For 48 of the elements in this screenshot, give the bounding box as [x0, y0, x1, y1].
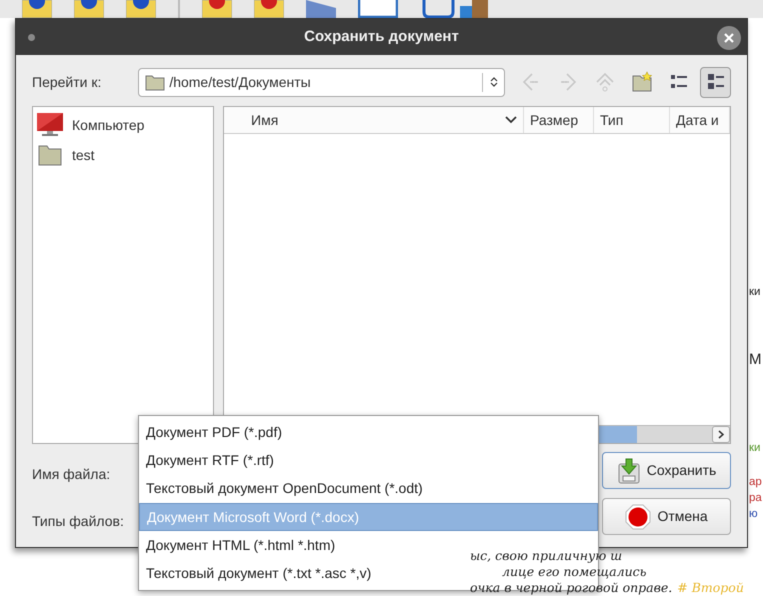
menu-item[interactable]: Документ HTML (*.html *.htm)	[139, 531, 340, 560]
menu-item[interactable]: Текстовый документ OpenDocument (*.odt)	[139, 474, 427, 503]
place-item[interactable]: Компьютер	[72, 114, 144, 136]
text-line: лице его помещались	[502, 564, 646, 579]
new-folder-icon	[630, 71, 652, 93]
up-icon	[594, 71, 616, 93]
filetype-label: Типы файлов:	[32, 512, 124, 531]
document-icon[interactable]	[254, 0, 284, 18]
cancel-button[interactable]: Отмена	[602, 498, 731, 535]
detail-view-button[interactable]	[700, 66, 731, 98]
text-fragment: ю	[749, 507, 758, 522]
close-icon	[723, 32, 735, 44]
menu-item[interactable]: Документ PDF (*.pdf)	[139, 418, 286, 446]
document-icon[interactable]	[126, 0, 156, 18]
column-header[interactable]: Имя	[224, 107, 524, 133]
column-header[interactable]: Дата и	[670, 107, 730, 133]
download-icon	[616, 458, 641, 484]
text-line: очка в черной роговой оправе.	[470, 580, 672, 595]
text-line: # Второй	[677, 580, 744, 595]
text-fragment: М	[749, 350, 762, 370]
menu-item[interactable]: Документ RTF (*.rtf)	[139, 446, 278, 475]
window-title: Сохранить документ	[304, 26, 459, 47]
window-menu-icon[interactable]	[28, 34, 35, 41]
menu-item[interactable]: Текстовый документ (*.txt *.asc *,v)	[139, 559, 376, 588]
spinner-icon	[490, 76, 498, 88]
text-fragment: ра	[749, 491, 762, 506]
window-icon[interactable]	[358, 0, 398, 18]
location-combo[interactable]: /home/test/Документы	[138, 68, 505, 96]
document-icon[interactable]	[74, 0, 104, 18]
location-label: Перейти к:	[32, 72, 102, 92]
text-line: ыс, свою приличную ш	[470, 548, 622, 563]
location-path: /home/test/Документы	[169, 72, 312, 92]
text-fragment: ар	[749, 475, 762, 490]
save-button[interactable]: Сохранить	[602, 452, 731, 489]
document-icon[interactable]	[202, 0, 232, 18]
column-header[interactable]: Тип	[594, 107, 670, 133]
folder-icon	[145, 74, 166, 90]
column-header[interactable]: Размер	[524, 107, 594, 133]
filename-label: Имя файла:	[32, 465, 110, 484]
text-fragment: ки	[749, 285, 760, 300]
stop-icon	[625, 504, 652, 530]
text-fragment: ки	[749, 441, 760, 456]
computer-icon	[36, 112, 64, 138]
place-item[interactable]: test	[72, 144, 95, 166]
close-button[interactable]	[717, 26, 741, 50]
document-icon[interactable]	[22, 0, 52, 18]
scroll-right-button[interactable]	[712, 426, 730, 443]
toolbar-separator-icon	[178, 0, 180, 18]
